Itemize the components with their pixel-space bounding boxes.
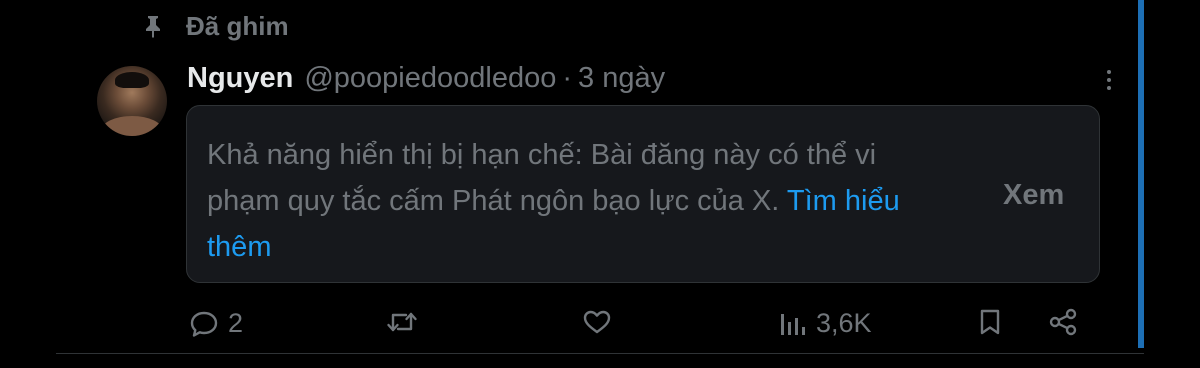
heart-icon <box>582 308 612 336</box>
scroll-accent-bar <box>1138 0 1144 348</box>
notice-text-block: Khả năng hiển thị bị hạn chế: Bài đăng n… <box>207 132 947 270</box>
avatar[interactable] <box>97 66 167 136</box>
repost-icon <box>386 308 418 336</box>
like-button[interactable] <box>582 308 612 336</box>
reply-button[interactable]: 2 <box>189 308 243 339</box>
repost-button[interactable] <box>386 308 418 336</box>
avatar-hair <box>115 72 149 88</box>
post-timestamp[interactable]: 3 ngày <box>578 62 665 95</box>
bookmark-button[interactable] <box>978 308 1002 336</box>
share-icon <box>1048 308 1078 336</box>
avatar-shoulders <box>101 116 163 136</box>
notice-message: Khả năng hiển thị bị hạn chế: Bài đăng n… <box>207 139 877 217</box>
post-header: Nguyen @poopiedoodledoo · 3 ngày <box>187 57 665 99</box>
share-button[interactable] <box>1048 308 1078 336</box>
header-separator: · <box>562 61 573 94</box>
restricted-visibility-notice: Khả năng hiển thị bị hạn chế: Bài đăng n… <box>186 105 1100 283</box>
reply-icon <box>189 310 219 338</box>
more-options-icon[interactable] <box>1097 66 1121 94</box>
action-bar: 2 3,6K <box>0 300 1200 344</box>
post-divider <box>56 353 1144 354</box>
views-button[interactable]: 3,6K <box>779 308 872 339</box>
author-handle[interactable]: @poopiedoodledoo <box>304 62 556 95</box>
more-dot <box>1107 86 1111 90</box>
post-frame: Đã ghim Nguyen @poopiedoodledoo · 3 ngày… <box>0 0 1200 368</box>
reply-count: 2 <box>228 308 244 338</box>
pinned-indicator: Đã ghim <box>142 10 289 42</box>
pin-icon <box>142 14 164 38</box>
pinned-label: Đã ghim <box>186 10 289 41</box>
bookmark-icon <box>978 308 1002 336</box>
author-name[interactable]: Nguyen <box>187 62 293 95</box>
more-dot <box>1107 78 1111 82</box>
views-chart-icon <box>779 310 807 338</box>
view-button[interactable]: Xem <box>1003 179 1064 212</box>
more-dot <box>1107 70 1111 74</box>
views-count: 3,6K <box>816 308 872 338</box>
